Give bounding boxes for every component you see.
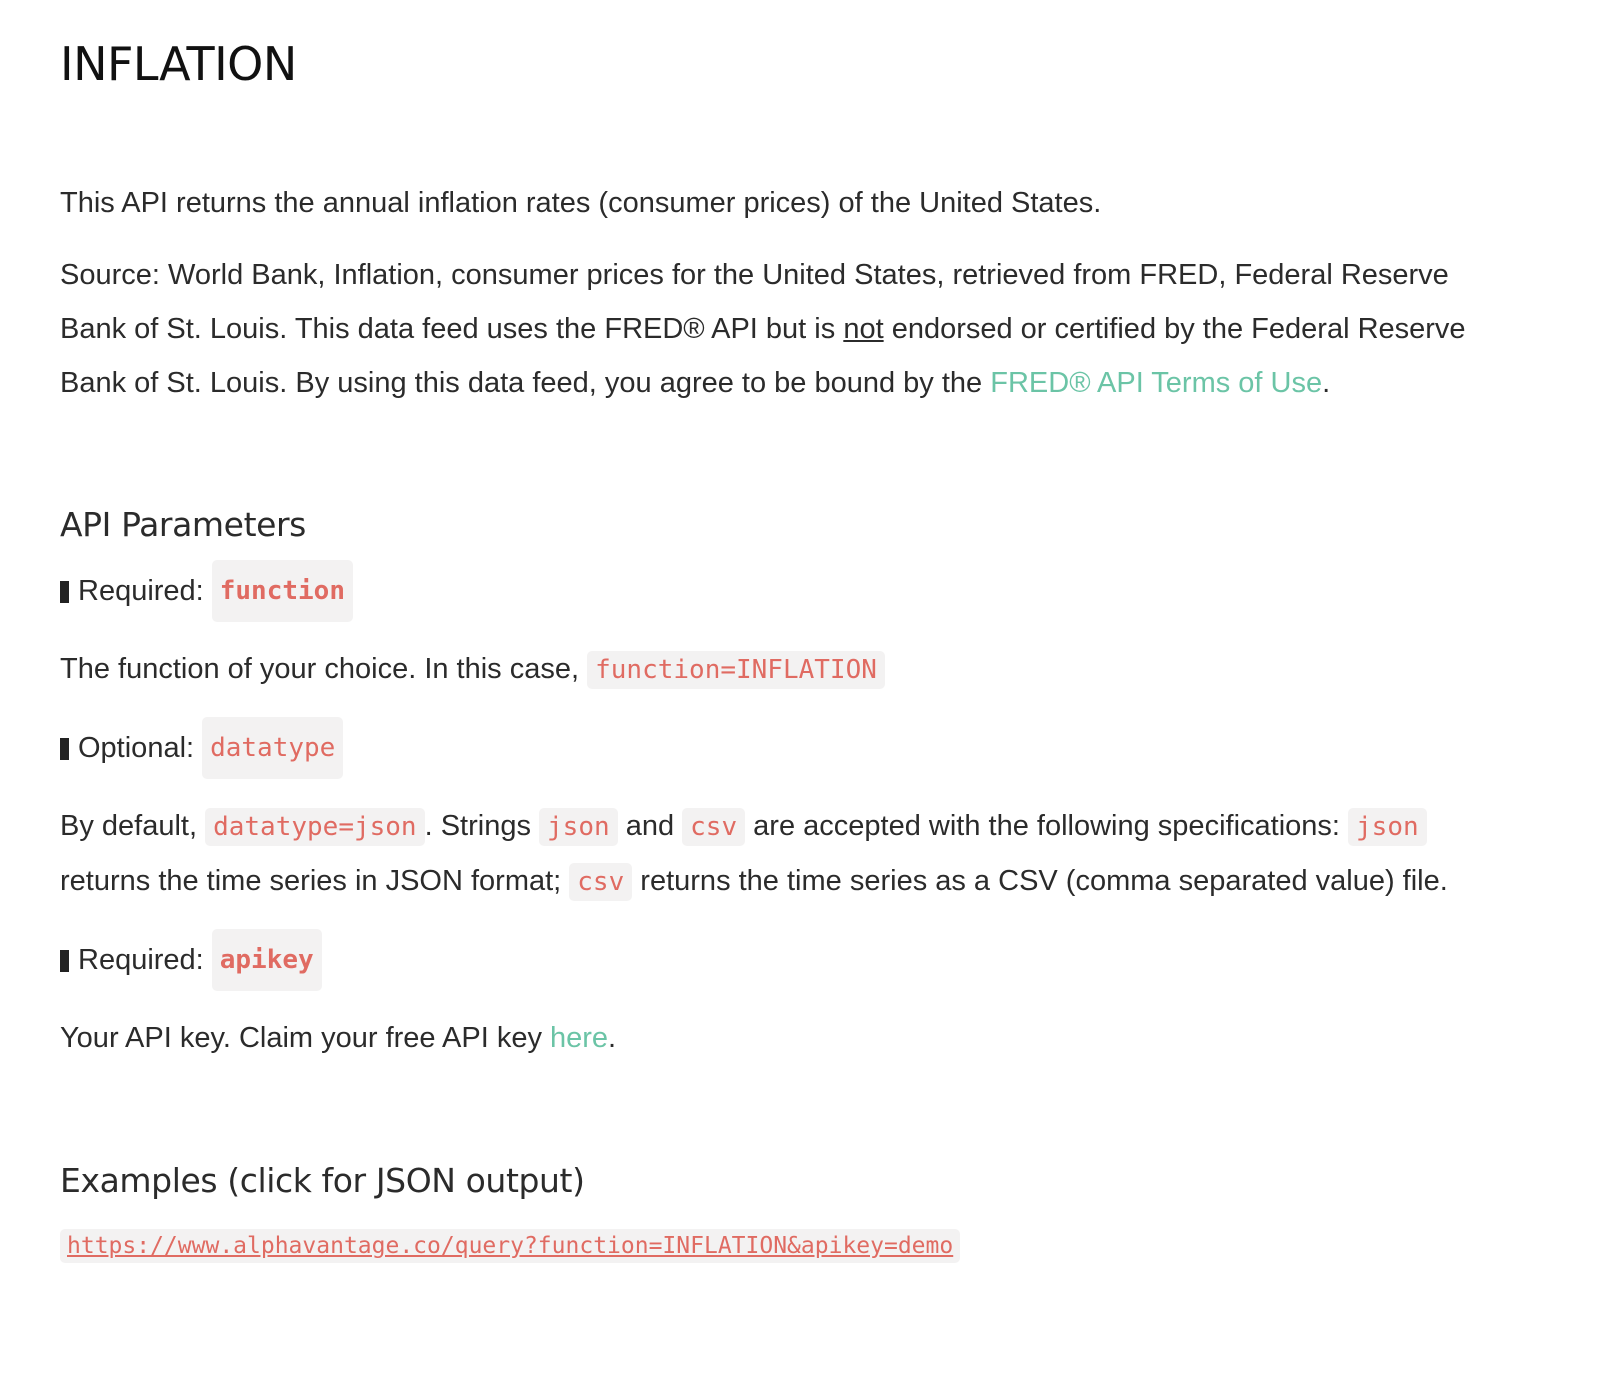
param-apikey-code: apikey (211, 929, 322, 991)
datatype-desc-t6: returns the time series as a CSV (comma … (632, 865, 1448, 897)
example-url-link[interactable]: https://www.alphavantage.co/query?functi… (60, 1229, 961, 1263)
apikey-desc-text: Your API key. Claim your free API key (60, 1022, 550, 1054)
intro-paragraph: This API returns the annual inflation ra… (60, 187, 1102, 219)
param-datatype-description: By default, datatype=json. Strings json … (60, 799, 1500, 909)
param-datatype-line: Optional: datatype (60, 717, 1550, 779)
param-required-label: Required: (78, 575, 204, 607)
datatype-desc-t5: returns the time series in JSON format; (60, 865, 570, 897)
datatype-desc-t3: and (617, 810, 683, 842)
bullet-bar-icon (60, 950, 69, 972)
page-title: INFLATION (60, 37, 297, 91)
doc-page: INFLATION This API returns the annual in… (0, 0, 1550, 1263)
bullet-bar-icon (60, 581, 69, 603)
param-function-code: function (211, 560, 353, 622)
function-inflation-code: function=INFLATION (587, 651, 885, 689)
api-parameters-heading: API Parameters (60, 505, 306, 544)
datatype-desc-t1: By default, (60, 810, 206, 842)
datatype-json-default-code: datatype=json (205, 808, 425, 846)
source-not-emphasis: not (843, 313, 884, 345)
json-code: json (539, 808, 618, 846)
bullet-bar-icon (60, 738, 69, 760)
param-function-description: The function of your choice. In this cas… (60, 642, 1550, 697)
param-optional-label: Optional: (78, 732, 195, 764)
source-end: . (1322, 367, 1331, 399)
claim-api-key-link[interactable]: here (550, 1022, 608, 1054)
csv-code: csv (569, 863, 633, 901)
param-function-line: Required: function (60, 560, 1550, 622)
param-apikey-line: Required: apikey (60, 929, 1550, 991)
fred-terms-link[interactable]: FRED® API Terms of Use (990, 367, 1322, 399)
datatype-desc-t2: . Strings (424, 810, 540, 842)
param-required-label: Required: (78, 944, 204, 976)
json-code: json (1348, 808, 1427, 846)
datatype-desc-t4: are accepted with the following specific… (745, 810, 1349, 842)
examples-heading: Examples (click for JSON output) (60, 1161, 585, 1200)
param-apikey-description: Your API key. Claim your free API key he… (60, 1011, 1550, 1065)
source-paragraph: Source: World Bank, Inflation, consumer … (60, 248, 1500, 410)
apikey-desc-end: . (608, 1022, 617, 1054)
function-desc-text: The function of your choice. In this cas… (60, 653, 588, 685)
csv-code: csv (682, 808, 746, 846)
param-datatype-code: datatype (202, 717, 344, 779)
